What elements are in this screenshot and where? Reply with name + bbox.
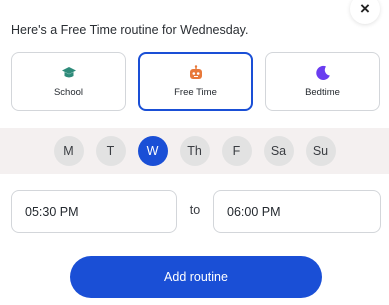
moon-icon: [315, 65, 330, 80]
add-routine-button[interactable]: Add routine: [70, 256, 322, 298]
close-icon: ×: [360, 0, 370, 18]
end-time-input[interactable]: [213, 190, 381, 233]
routine-card-label: Free Time: [174, 87, 217, 98]
day-monday[interactable]: M: [53, 136, 84, 166]
routine-type-selector: School Free Time Bedtime: [11, 52, 380, 111]
close-button[interactable]: ×: [350, 0, 380, 24]
day-friday[interactable]: F: [221, 136, 252, 166]
robot-icon: [189, 65, 202, 79]
page-title: Here's a Free Time routine for Wednesday…: [11, 23, 249, 37]
routine-card-label: School: [53, 87, 84, 98]
day-thursday[interactable]: Th: [179, 136, 210, 166]
day-wednesday[interactable]: W: [137, 136, 168, 166]
time-range: to: [11, 190, 381, 233]
routine-card-free-time[interactable]: Free Time: [138, 52, 253, 111]
time-separator: to: [189, 202, 201, 217]
routine-card-bedtime[interactable]: Bedtime: [265, 52, 380, 111]
day-sunday[interactable]: Su: [305, 136, 336, 166]
day-saturday[interactable]: Sa: [263, 136, 294, 166]
day-selector: M T W Th F Sa Su: [0, 128, 389, 174]
routine-card-school[interactable]: School: [11, 52, 126, 111]
graduation-cap-icon: [61, 67, 76, 78]
routine-card-label: Bedtime: [305, 87, 340, 98]
start-time-input[interactable]: [11, 190, 177, 233]
day-tuesday[interactable]: T: [95, 136, 126, 166]
